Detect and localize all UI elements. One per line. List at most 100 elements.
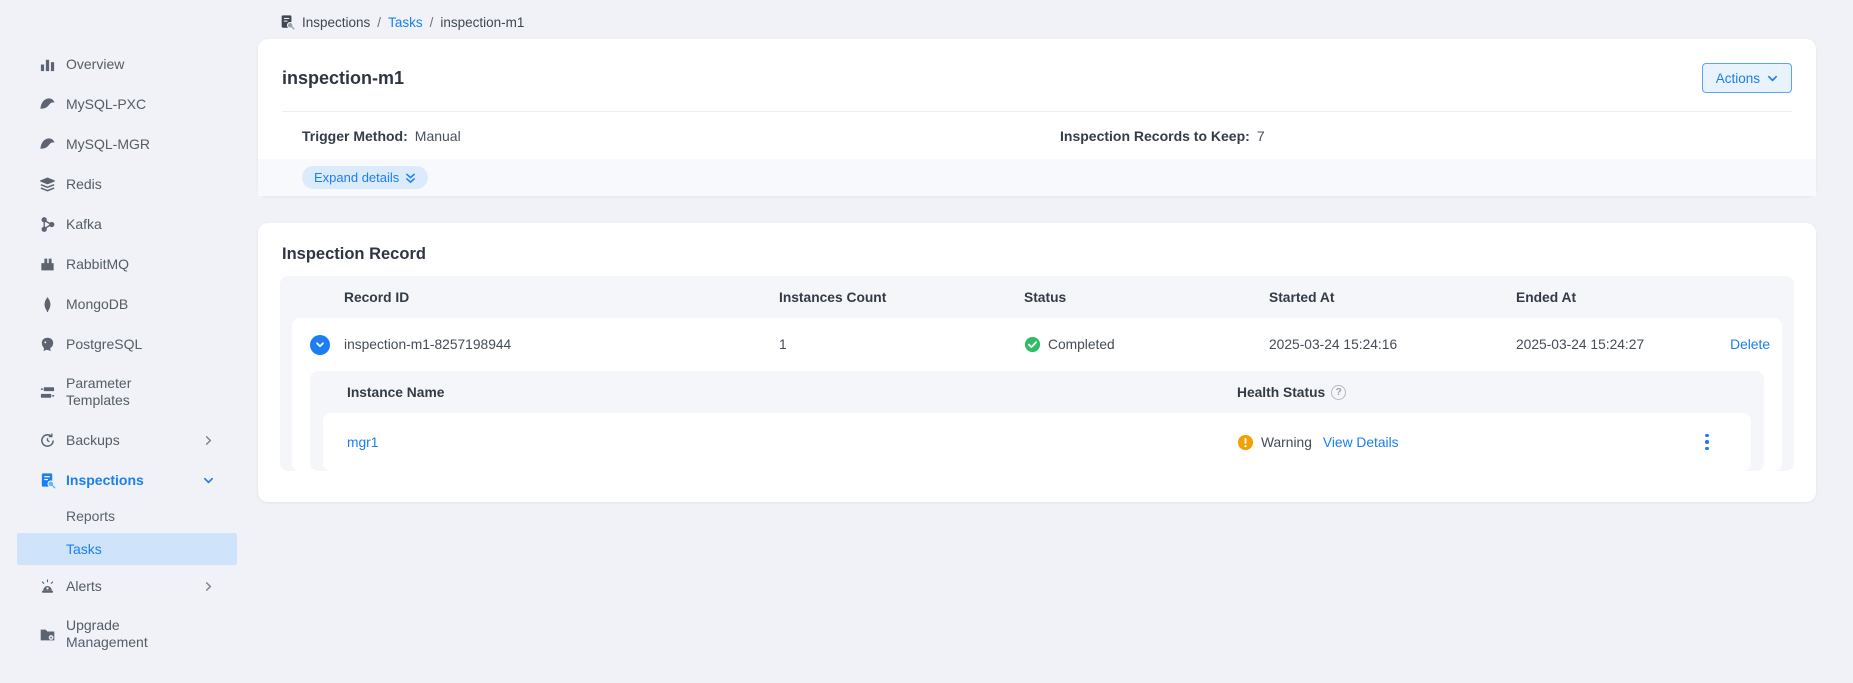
sidebar-subitem-reports[interactable]: Reports — [17, 500, 237, 532]
ended-at-cell: 2025-03-24 15:24:27 — [1516, 337, 1692, 352]
sidebar-item-overview[interactable]: Overview — [0, 44, 240, 84]
actions-button[interactable]: Actions — [1702, 63, 1792, 93]
double-chevron-down-icon — [405, 172, 416, 184]
sidebar-item-inspections[interactable]: Inspections — [0, 460, 240, 500]
table-row: inspection-m1-8257198944 1 Completed 202… — [292, 318, 1782, 371]
breadcrumb-item-current: inspection-m1 — [440, 15, 524, 30]
sidebar-item-mysql-mgr[interactable]: MySQL-MGR — [0, 124, 240, 164]
breadcrumb-separator: / — [377, 15, 381, 30]
warning-icon — [1237, 434, 1254, 451]
sidebar-item-upgrade-management[interactable]: Upgrade Management — [0, 606, 240, 662]
instances-count-cell: 1 — [779, 337, 1024, 352]
field-records-to-keep: Inspection Records to Keep: 7 — [1037, 128, 1816, 144]
chevron-down-icon — [203, 475, 214, 486]
col-ended-at: Ended At — [1516, 290, 1692, 305]
section-title: Inspection Record — [282, 245, 1792, 264]
health-status-cell: Warning View Details — [1237, 434, 1687, 451]
chevron-down-icon — [1767, 73, 1778, 84]
sidebar-item-label: Alerts — [66, 578, 184, 595]
breadcrumb: Inspections / Tasks / inspection-m1 — [279, 14, 1816, 30]
sidebar-item-label: PostgreSQL — [66, 336, 184, 353]
sidebar-item-backups[interactable]: Backups — [0, 420, 240, 460]
kebab-menu-icon[interactable] — [1687, 434, 1727, 451]
page-title: inspection-m1 — [282, 68, 404, 89]
expand-details-strip: Expand details — [258, 159, 1816, 196]
backups-icon — [38, 431, 56, 449]
field-trigger-method: Trigger Method: Manual — [258, 128, 1037, 144]
field-value: 7 — [1257, 128, 1265, 144]
col-started-at: Started At — [1269, 290, 1516, 305]
inspections-icon — [38, 471, 56, 489]
detail-fields: Trigger Method: Manual Inspection Record… — [258, 112, 1816, 159]
col-instance-name: Instance Name — [347, 385, 1237, 400]
chevron-down-icon — [315, 340, 325, 350]
sidebar-item-label: Redis — [66, 176, 184, 193]
completed-check-icon — [1024, 336, 1041, 353]
app-root: Overview MySQL-PXC MySQL-MGR Redis Kafka — [0, 0, 1853, 683]
redis-icon — [38, 175, 56, 193]
sidebar-subitem-tasks[interactable]: Tasks — [17, 533, 237, 565]
sidebar-item-label: Kafka — [66, 216, 184, 233]
rabbitmq-icon — [38, 255, 56, 273]
sidebar-item-postgresql[interactable]: PostgreSQL — [0, 324, 240, 364]
record-row-block: inspection-m1-8257198944 1 Completed 202… — [292, 318, 1782, 471]
view-details-link[interactable]: View Details — [1323, 435, 1399, 450]
records-table-header: Record ID Instances Count Status Started… — [280, 276, 1794, 318]
alerts-icon — [38, 577, 56, 595]
status-label: Completed — [1048, 337, 1115, 352]
mysql-icon — [38, 135, 56, 153]
sidebar-item-kafka[interactable]: Kafka — [0, 204, 240, 244]
inspection-record-card: Inspection Record Record ID Instances Co… — [258, 223, 1816, 502]
row-expand-toggle[interactable] — [310, 335, 330, 355]
expand-details-button[interactable]: Expand details — [302, 166, 428, 189]
mysql-icon — [38, 95, 56, 113]
records-table: Record ID Instances Count Status Started… — [280, 276, 1794, 471]
sidebar-item-label: Inspections — [66, 472, 184, 489]
delete-link[interactable]: Delete — [1692, 337, 1778, 352]
field-label: Inspection Records to Keep: — [1060, 128, 1250, 144]
sidebar-subitem-label: Tasks — [66, 541, 102, 557]
breadcrumb-separator: / — [430, 15, 434, 30]
actions-button-label: Actions — [1716, 71, 1760, 86]
col-health-status: Health Status — [1237, 385, 1325, 400]
sidebar-item-alerts[interactable]: Alerts — [0, 566, 240, 606]
field-label: Trigger Method: — [302, 128, 408, 144]
sidebar: Overview MySQL-PXC MySQL-MGR Redis Kafka — [0, 0, 240, 683]
sidebar-item-label: MySQL-PXC — [66, 96, 184, 113]
instance-row: mgr1 Warning View Details — [323, 413, 1751, 471]
sidebar-item-label: Overview — [66, 56, 184, 73]
kafka-icon — [38, 215, 56, 233]
instance-name-link[interactable]: mgr1 — [347, 435, 1237, 450]
detail-card: inspection-m1 Actions Trigger Method: Ma… — [258, 39, 1816, 196]
health-status-label: Warning — [1261, 435, 1312, 450]
started-at-cell: 2025-03-24 15:24:16 — [1269, 337, 1516, 352]
instances-table-header: Instance Name Health Status ? — [310, 371, 1764, 413]
field-value: Manual — [415, 128, 461, 144]
inspections-doc-icon — [279, 14, 295, 30]
expand-details-label: Expand details — [314, 170, 399, 185]
instances-table: Instance Name Health Status ? mgr1 — [310, 371, 1764, 471]
sidebar-item-label: Upgrade Management — [66, 617, 184, 651]
status-cell: Completed — [1024, 336, 1269, 353]
sidebar-item-label: MySQL-MGR — [66, 136, 184, 153]
col-record-id: Record ID — [344, 290, 779, 305]
chevron-right-icon — [203, 581, 214, 592]
overview-icon — [38, 55, 56, 73]
sidebar-item-label: Parameter Templates — [66, 375, 184, 409]
sidebar-item-label: Backups — [66, 432, 184, 449]
sidebar-item-label: MongoDB — [66, 296, 184, 313]
breadcrumb-item-tasks[interactable]: Tasks — [388, 15, 423, 30]
sidebar-item-redis[interactable]: Redis — [0, 164, 240, 204]
breadcrumb-item: Inspections — [302, 15, 370, 30]
sidebar-item-rabbitmq[interactable]: RabbitMQ — [0, 244, 240, 284]
help-icon[interactable]: ? — [1331, 385, 1346, 400]
sidebar-item-parameter-templates[interactable]: Parameter Templates — [0, 364, 240, 420]
mongodb-icon — [38, 295, 56, 313]
sidebar-item-mysql-pxc[interactable]: MySQL-PXC — [0, 84, 240, 124]
col-instances-count: Instances Count — [779, 290, 1024, 305]
main-content: Inspections / Tasks / inspection-m1 insp… — [240, 0, 1853, 683]
parameter-templates-icon — [38, 383, 56, 401]
sidebar-item-label: RabbitMQ — [66, 256, 184, 273]
col-status: Status — [1024, 290, 1269, 305]
sidebar-item-mongodb[interactable]: MongoDB — [0, 284, 240, 324]
